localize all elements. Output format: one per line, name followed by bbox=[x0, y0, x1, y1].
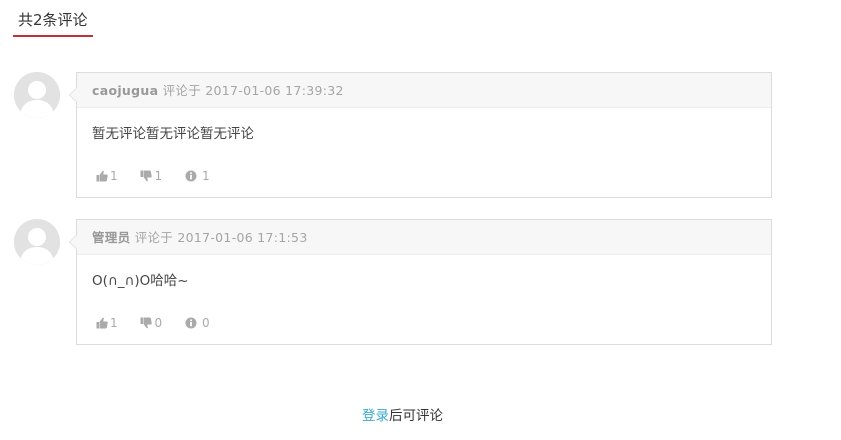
login-prompt: 登录后可评论 bbox=[0, 406, 805, 426]
thumbs-down-icon bbox=[140, 317, 153, 329]
comment-count-title: 共2条评论 bbox=[13, 10, 93, 37]
dislike-button[interactable]: 0 bbox=[140, 315, 162, 331]
comment-text: O(∩_∩)O哈哈~ bbox=[92, 273, 189, 289]
login-link[interactable]: 登录 bbox=[362, 408, 389, 424]
comment-actions: 1 0 0 bbox=[77, 315, 771, 333]
info-count: 1 bbox=[201, 169, 210, 183]
info-icon bbox=[185, 317, 197, 329]
info-count: 0 bbox=[201, 316, 210, 330]
like-button[interactable]: 1 bbox=[96, 168, 118, 184]
dislike-count: 0 bbox=[154, 316, 163, 330]
comment-card: 管理员 评论于 2017-01-06 17:1:53 O(∩_∩)O哈哈~ 1 … bbox=[69, 219, 772, 345]
comment-text: 暂无评论暂无评论暂无评论 bbox=[92, 126, 254, 142]
comment-author[interactable]: 管理员 bbox=[92, 230, 130, 245]
like-button[interactable]: 1 bbox=[96, 315, 118, 331]
info-icon bbox=[185, 170, 197, 182]
dislike-count: 1 bbox=[154, 169, 163, 183]
login-prompt-text: 后可评论 bbox=[389, 408, 443, 424]
thumbs-down-icon bbox=[140, 170, 153, 182]
thumbs-up-icon bbox=[96, 317, 108, 329]
avatar[interactable] bbox=[14, 72, 60, 118]
dislike-button[interactable]: 1 bbox=[140, 168, 162, 184]
default-user-avatar-icon bbox=[14, 72, 60, 118]
comment-timestamp: 评论于 2017-01-06 17:1:53 bbox=[134, 230, 308, 245]
default-user-avatar-icon bbox=[14, 219, 60, 265]
info-button[interactable]: 1 bbox=[185, 168, 210, 184]
comment-timestamp: 评论于 2017-01-06 17:39:32 bbox=[162, 83, 344, 98]
like-count: 1 bbox=[110, 169, 118, 183]
like-count: 1 bbox=[110, 316, 118, 330]
comment-header: 管理员 评论于 2017-01-06 17:1:53 bbox=[77, 220, 771, 255]
comment-actions: 1 1 1 bbox=[77, 168, 771, 186]
comment-header: caojugua 评论于 2017-01-06 17:39:32 bbox=[77, 73, 771, 108]
comment-card: caojugua 评论于 2017-01-06 17:39:32 暂无评论暂无评… bbox=[69, 72, 772, 198]
comment-author[interactable]: caojugua bbox=[92, 83, 158, 98]
thumbs-up-icon bbox=[96, 170, 108, 182]
avatar[interactable] bbox=[14, 219, 60, 265]
info-button[interactable]: 0 bbox=[185, 315, 210, 331]
